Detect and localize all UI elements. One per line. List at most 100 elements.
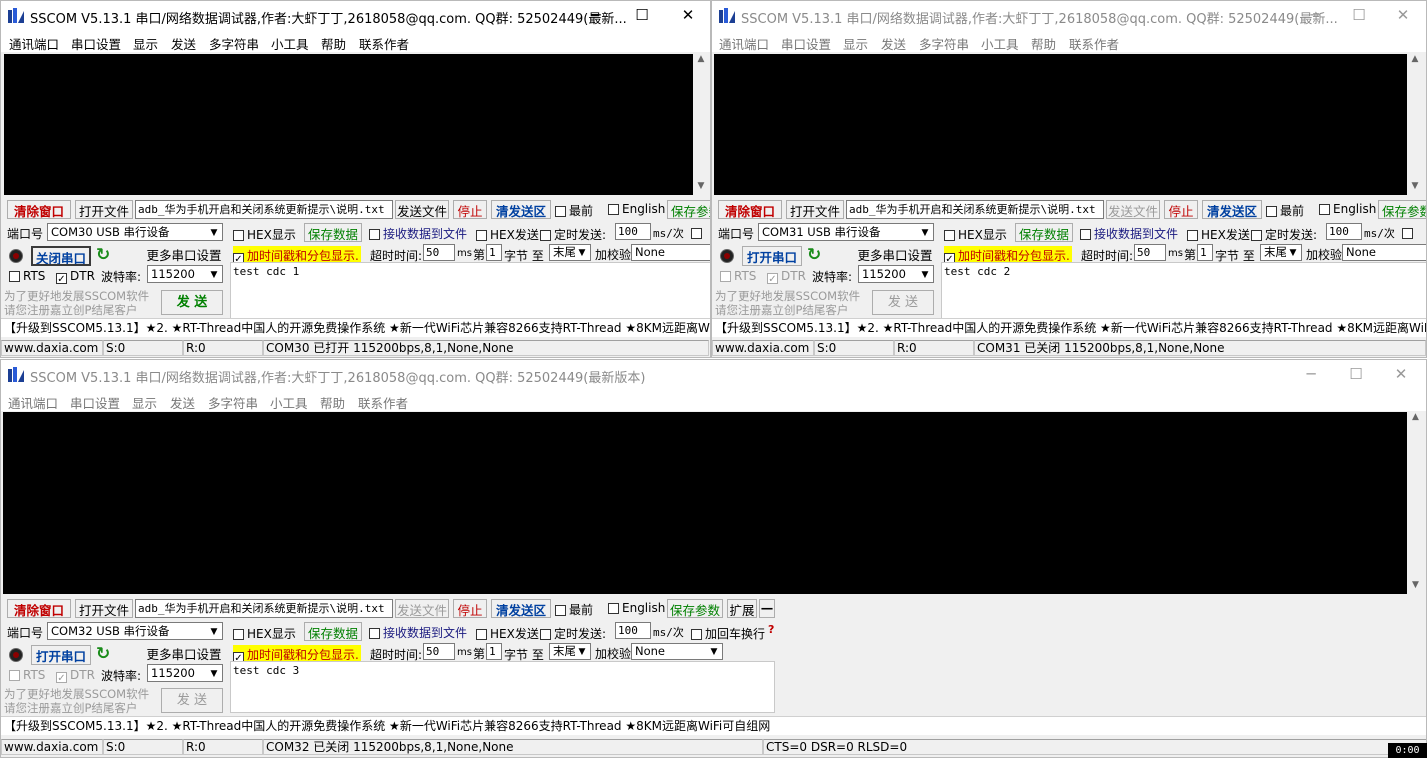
menu-multi-string[interactable]: 多字符串 [919,34,969,53]
clear-send-button[interactable]: 清发送区 [491,200,551,219]
timed-send-checkbox[interactable]: 定时发送: [540,226,606,243]
timeout-field[interactable]: 50 [423,244,455,261]
send-file-button[interactable]: 发送文件 [1106,200,1160,219]
dtr-checkbox[interactable]: ✓ DTR [767,269,806,285]
file-path-field[interactable]: adb_华为手机开启和关闭系统更新提示\说明.txt [846,200,1104,219]
hex-send-checkbox[interactable]: HEX发送 [476,226,539,243]
menu-help[interactable]: 帮助 [1031,34,1056,53]
stop-button[interactable]: 停止 [1164,200,1198,219]
timeout-field[interactable]: 50 [423,643,455,660]
receive-scrollbar[interactable]: ▲ ▼ [1407,412,1424,594]
end-select[interactable]: 末尾 ▼ [1260,244,1302,261]
menu-send[interactable]: 发送 [171,34,196,53]
stop-button[interactable]: 停止 [453,599,487,618]
nth-field[interactable]: 1 [486,244,502,261]
english-checkbox[interactable]: English [608,601,665,615]
open-close-port-button[interactable]: 打开串口 [31,645,91,665]
menu-multi-string[interactable]: 多字符串 [208,393,258,412]
send-file-button[interactable]: 发送文件 [395,200,449,219]
expand-button[interactable]: 扩展 [727,599,757,618]
clear-window-button[interactable]: 清除窗口 [718,200,782,219]
refresh-ports-icon[interactable]: ↻ [96,644,110,664]
close-button[interactable]: ✕ [665,1,710,30]
save-data-button[interactable]: 保存数据 [1015,223,1073,242]
hex-display-checkbox[interactable]: HEX显示 [944,226,1007,243]
checksum-select[interactable]: None ▼ [631,643,723,660]
menu-tools[interactable]: 小工具 [271,34,309,53]
rts-checkbox[interactable]: RTS [9,668,45,682]
checksum-select[interactable]: None [1342,244,1426,261]
menu-serial-settings[interactable]: 串口设置 [781,34,831,53]
title-bar[interactable]: SSCOM V5.13.1 串口/网络数据调试器,作者:大虾丁丁,2618058… [712,1,1426,30]
menu-serial-settings[interactable]: 串口设置 [71,34,121,53]
scroll-down-icon[interactable]: ▼ [1407,580,1424,594]
hex-display-checkbox[interactable]: HEX显示 [233,625,296,642]
website-link[interactable]: www.daxia.com [1,340,103,356]
maximize-button[interactable]: ☐ [1333,360,1379,389]
end-select[interactable]: 末尾 ▼ [549,244,591,261]
menu-tools[interactable]: 小工具 [270,393,308,412]
promo-ticker[interactable]: 【升级到SSCOM5.13.1】★2. ★RT-Thread中国人的开源免费操作… [1,716,1426,735]
send-button[interactable]: 发 送 [161,688,223,713]
send-file-button[interactable]: 发送文件 [395,599,449,618]
menu-multi-string[interactable]: 多字符串 [209,34,259,53]
minimize-button[interactable]: ─ [1288,360,1334,389]
send-text-area[interactable]: test cdc 2 [941,262,1426,320]
promo-line-2[interactable]: 请您注册嘉立创P结尾客户 [4,302,137,318]
title-bar[interactable]: SSCOM V5.13.1 串口/网络数据调试器,作者:大虾丁丁,2618058… [1,1,710,30]
receive-area[interactable] [4,54,693,195]
menu-contact-author[interactable]: 联系作者 [358,393,408,412]
nth-field[interactable]: 1 [486,643,502,660]
send-button[interactable]: 发 送 [872,290,934,315]
baud-select[interactable]: 115200 ▼ [858,265,934,283]
menu-help[interactable]: 帮助 [320,393,345,412]
receive-area[interactable] [714,54,1407,195]
save-params-button[interactable]: 保存参数 [667,200,710,219]
clear-window-button[interactable]: 清除窗口 [7,200,71,219]
collapse-button[interactable]: — [759,599,775,618]
receive-area[interactable] [3,412,1407,594]
end-select[interactable]: 末尾 ▼ [549,643,591,660]
port-select[interactable]: COM32 USB 串行设备 ▼ [47,622,223,640]
rts-checkbox[interactable]: RTS [9,269,45,283]
maximize-button[interactable]: ☐ [1336,1,1382,30]
add-crlf-checkbox[interactable]: 加回车换行 [691,625,765,642]
hex-send-checkbox[interactable]: HEX发送 [476,625,539,642]
send-button[interactable]: 发 送 [161,290,223,315]
checksum-select[interactable]: None [631,244,710,261]
recv-to-file-checkbox[interactable]: 接收数据到文件 [369,225,467,242]
website-link[interactable]: www.daxia.com [1,739,103,755]
open-file-button[interactable]: 打开文件 [75,599,133,618]
minimize-button[interactable]: ─ [573,1,619,30]
menu-comm-port[interactable]: 通讯端口 [719,34,769,53]
send-text-area[interactable]: test cdc 1 [230,262,710,320]
refresh-ports-icon[interactable]: ↻ [807,245,821,265]
more-port-settings-button[interactable]: 更多串口设置 [145,245,223,264]
more-port-settings-button[interactable]: 更多串口设置 [145,644,223,663]
add-crlf-checkbox[interactable] [1402,226,1416,240]
scroll-down-icon[interactable]: ▼ [1407,181,1423,195]
menu-comm-port[interactable]: 通讯端口 [8,393,58,412]
receive-scrollbar[interactable]: ▲ ▼ [1407,54,1423,195]
timeout-field[interactable]: 50 [1134,244,1166,261]
menu-display[interactable]: 显示 [132,393,157,412]
promo-line-2[interactable]: 请您注册嘉立创P结尾客户 [4,700,137,716]
scroll-up-icon[interactable]: ▲ [1407,412,1424,426]
promo-ticker[interactable]: 【升级到SSCOM5.13.1】★2. ★RT-Thread中国人的开源免费操作… [712,318,1426,337]
open-close-port-button[interactable]: 关闭串口 [31,246,91,266]
topmost-checkbox[interactable]: 最前 [555,202,593,219]
open-file-button[interactable]: 打开文件 [786,200,844,219]
save-data-button[interactable]: 保存数据 [304,223,362,242]
clear-send-button[interactable]: 清发送区 [491,599,551,618]
send-text-area[interactable]: test cdc 3 [230,661,775,713]
open-file-button[interactable]: 打开文件 [75,200,133,219]
menu-help[interactable]: 帮助 [321,34,346,53]
help-question-icon[interactable]: ? [768,623,774,636]
save-params-button[interactable]: 保存参数 [667,599,723,618]
dtr-checkbox[interactable]: ✓ DTR [56,668,95,684]
menu-display[interactable]: 显示 [843,34,868,53]
promo-line-2[interactable]: 请您注册嘉立创P结尾客户 [715,302,848,318]
menu-send[interactable]: 发送 [881,34,906,53]
dtr-checkbox[interactable]: ✓ DTR [56,269,95,285]
clear-send-button[interactable]: 清发送区 [1202,200,1262,219]
